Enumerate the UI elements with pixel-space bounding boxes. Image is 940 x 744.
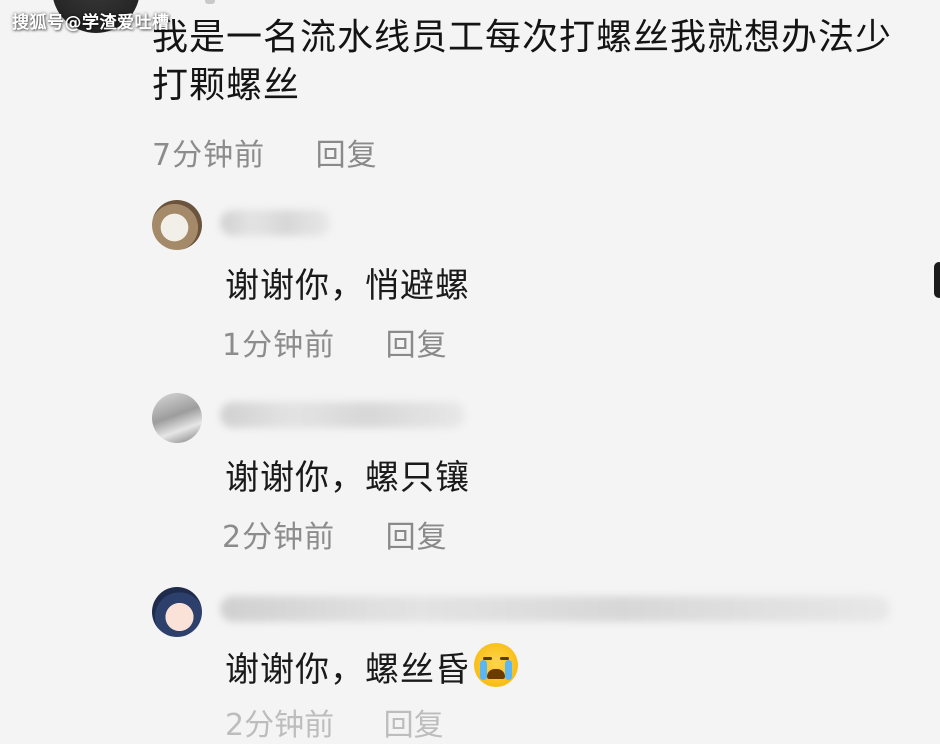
comment-time: 7分钟前 xyxy=(152,138,266,173)
comment-meta: 7分钟前 回复 xyxy=(152,130,378,174)
reply-text: 谢谢你，螺丝昏 xyxy=(225,642,518,691)
reply-time: 2分钟前 xyxy=(225,708,335,743)
comment-text: 我是一名流水线员工每次打螺丝我就想办法少打颗螺丝 xyxy=(152,17,893,106)
reply-avatar-cat[interactable] xyxy=(152,200,202,250)
reply-time: 1分钟前 xyxy=(222,328,336,363)
reply-text: 谢谢你，螺只镶 xyxy=(225,458,470,498)
reply-meta: 1分钟前 回复 xyxy=(222,320,448,364)
loudly-crying-face-icon xyxy=(474,643,518,687)
reply-text: 谢谢你，悄避螺 xyxy=(225,266,470,306)
reply-button[interactable]: 回复 xyxy=(384,708,444,743)
reply-avatar-photo[interactable] xyxy=(152,393,202,443)
reply-button[interactable]: 回复 xyxy=(386,520,448,555)
side-handle[interactable] xyxy=(934,262,940,298)
blurred-username[interactable] xyxy=(220,210,330,236)
reply-time: 2分钟前 xyxy=(222,520,336,555)
reply-button[interactable]: 回复 xyxy=(316,138,378,173)
reply-meta: 2分钟前 回复 xyxy=(225,700,444,744)
reply-button[interactable]: 回复 xyxy=(386,328,448,363)
reply-text-content: 谢谢你，螺丝昏 xyxy=(225,650,470,690)
blurred-username[interactable] xyxy=(220,402,465,428)
reply-avatar-anime[interactable] xyxy=(152,587,202,637)
watermark: 搜狐号@学渣爱吐槽 xyxy=(12,13,170,33)
reply-meta: 2分钟前 回复 xyxy=(222,512,448,556)
more-indicator xyxy=(205,0,215,4)
blurred-username[interactable] xyxy=(220,596,890,622)
